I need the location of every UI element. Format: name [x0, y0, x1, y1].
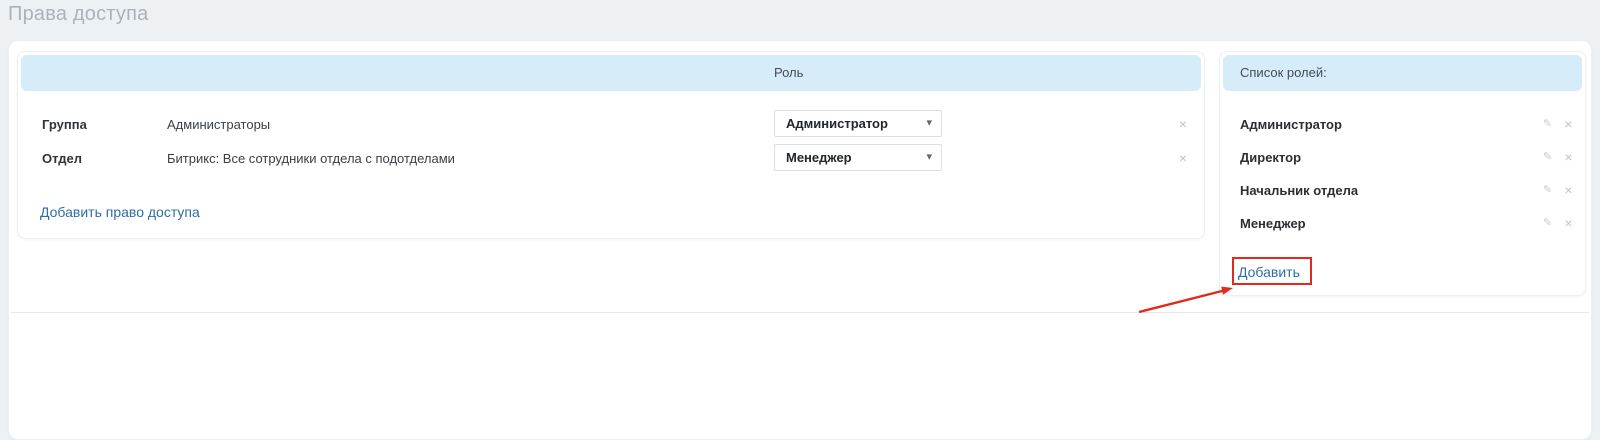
delete-role-icon[interactable]: ×: [1561, 182, 1576, 198]
role-column-header: Роль: [774, 55, 803, 91]
role-select[interactable]: Менеджер ▾: [774, 144, 942, 171]
role-item-actions: ✎ ×: [1540, 215, 1576, 231]
role-name: Начальник отдела: [1240, 183, 1358, 198]
role-select-value: Менеджер: [786, 145, 852, 170]
roles-list-panel: Список ролей: Администратор ✎ × Директор…: [1219, 51, 1586, 296]
role-item-actions: ✎ ×: [1540, 149, 1576, 165]
role-select-value: Администратор: [786, 111, 888, 136]
subject-name: Администраторы: [167, 117, 270, 132]
add-role-link[interactable]: Добавить: [1238, 264, 1300, 280]
permission-row-department: Отдел Битрикс: Все сотрудники отдела с п…: [18, 141, 1204, 175]
edit-role-icon[interactable]: ✎: [1540, 116, 1555, 132]
delete-role-icon[interactable]: ×: [1561, 149, 1576, 165]
add-access-right-link[interactable]: Добавить право доступа: [40, 204, 200, 220]
chevron-down-icon: ▾: [926, 111, 932, 136]
page-title: Права доступа: [8, 3, 148, 26]
access-rights-card: Роль Группа Администраторы Администратор…: [8, 40, 1592, 440]
role-item-actions: ✎ ×: [1540, 182, 1576, 198]
roles-panel-header: Список ролей:: [1223, 55, 1582, 91]
role-list-item: Администратор ✎ ×: [1220, 107, 1585, 141]
role-name: Администратор: [1240, 117, 1342, 132]
chevron-down-icon: ▾: [926, 145, 932, 170]
role-name: Директор: [1240, 150, 1301, 165]
delete-permission-icon[interactable]: ×: [1174, 115, 1192, 133]
role-name: Менеджер: [1240, 216, 1306, 231]
role-list-item: Директор ✎ ×: [1220, 140, 1585, 174]
edit-role-icon[interactable]: ✎: [1540, 149, 1555, 165]
subject-type-label: Группа: [42, 117, 87, 132]
edit-role-icon[interactable]: ✎: [1540, 215, 1555, 231]
role-item-actions: ✎ ×: [1540, 116, 1576, 132]
delete-role-icon[interactable]: ×: [1561, 215, 1576, 231]
delete-permission-icon[interactable]: ×: [1174, 149, 1192, 167]
permissions-panel-header: Роль: [21, 55, 1201, 91]
permission-row-group: Группа Администраторы Администратор ▾ ×: [18, 107, 1204, 141]
subject-type-label: Отдел: [42, 151, 82, 166]
permissions-panel: Роль Группа Администраторы Администратор…: [17, 51, 1205, 239]
subject-name: Битрикс: Все сотрудники отдела с подотде…: [167, 151, 455, 166]
delete-role-icon[interactable]: ×: [1561, 116, 1576, 132]
role-select[interactable]: Администратор ▾: [774, 110, 942, 137]
edit-role-icon[interactable]: ✎: [1540, 182, 1555, 198]
roles-list-title: Список ролей:: [1240, 55, 1327, 91]
role-list-item: Менеджер ✎ ×: [1220, 206, 1585, 240]
section-divider: [11, 312, 1589, 313]
role-list-item: Начальник отдела ✎ ×: [1220, 173, 1585, 207]
